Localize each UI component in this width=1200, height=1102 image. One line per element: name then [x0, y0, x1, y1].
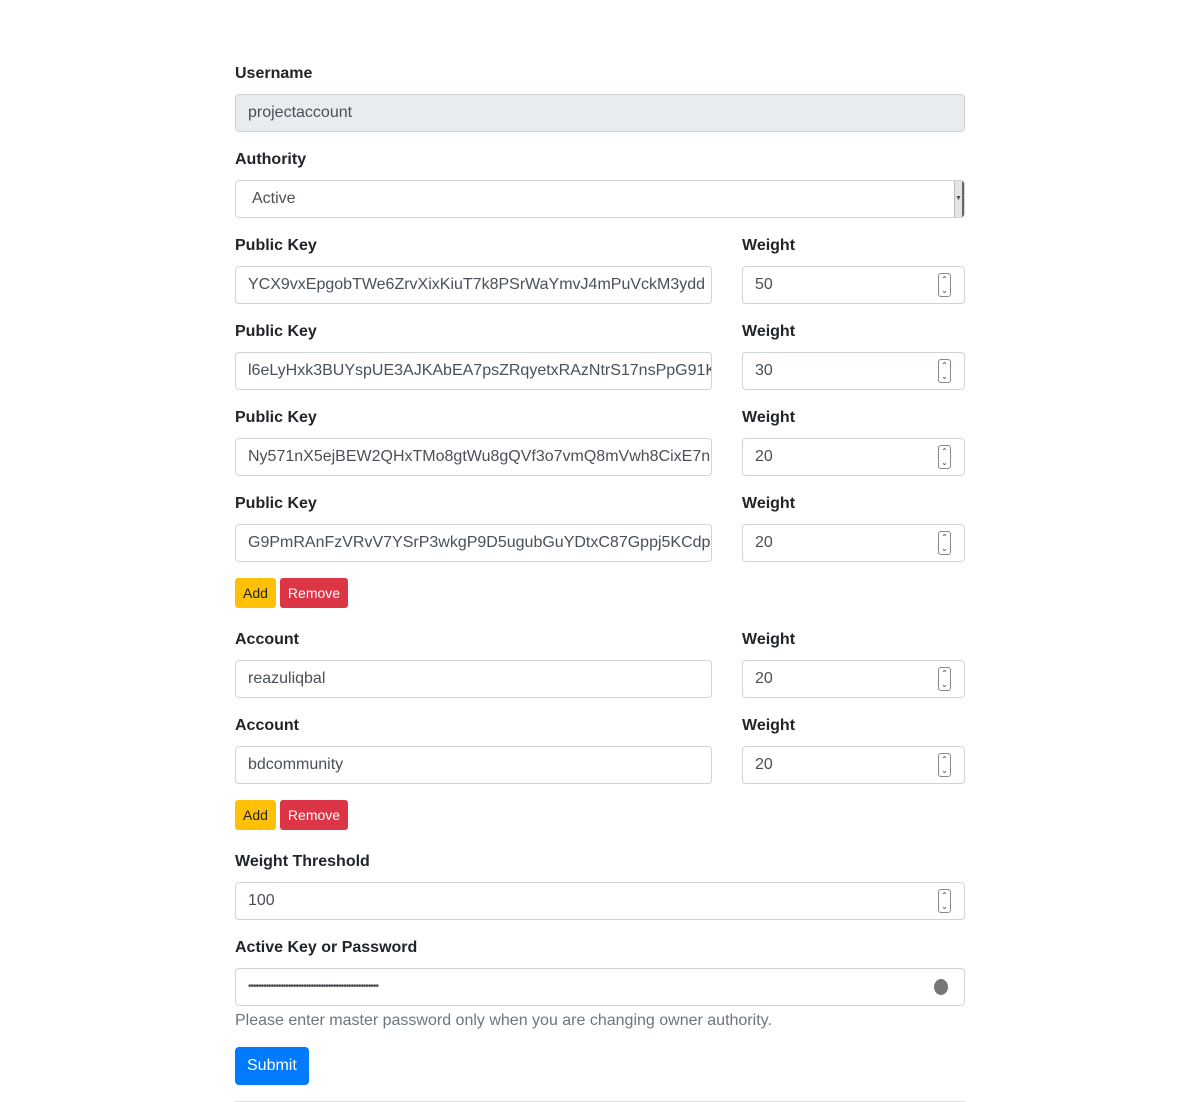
weight-value: 20: [755, 756, 773, 773]
public-key-label: Public Key: [235, 409, 317, 426]
weight-label: Weight: [742, 409, 796, 426]
stepper-icon[interactable]: ⌃ ⌄: [938, 359, 951, 383]
weight-input[interactable]: 20 ⌃ ⌄: [742, 746, 965, 784]
authority-form: Username projectaccount Authority Active…: [235, 62, 965, 1102]
add-key-button[interactable]: Add: [235, 578, 276, 608]
remove-key-button[interactable]: Remove: [279, 578, 349, 608]
stepper-icon[interactable]: ⌃ ⌄: [938, 753, 951, 777]
public-key-row: Public Key G9PmRAnFzVRvV7YSrP3wkgP9D5ugu…: [235, 492, 965, 562]
public-key-input[interactable]: G9PmRAnFzVRvV7YSrP3wkgP9D5ugubGuYDtxC87G…: [235, 524, 712, 562]
weight-value: 30: [755, 362, 773, 379]
public-key-input[interactable]: l6eLyHxk3BUYspUE3AJKAbEA7psZRqyetxRAzNtr…: [235, 352, 712, 390]
weight-label: Weight: [742, 631, 796, 648]
public-key-row: Public Key l6eLyHxk3BUYspUE3AJKAbEA7psZR…: [235, 320, 965, 390]
weight-value: 20: [755, 534, 773, 551]
weight-input[interactable]: 20 ⌃ ⌄: [742, 660, 965, 698]
password-input[interactable]: ••••••••••••••••••••••••••••••••••••••••…: [235, 968, 965, 1006]
weight-label: Weight: [742, 323, 796, 340]
submit-button[interactable]: Submit: [235, 1047, 309, 1085]
weight-input[interactable]: 20 ⌃ ⌄: [742, 438, 965, 476]
account-label: Account: [235, 717, 299, 734]
weight-value: 20: [755, 448, 773, 465]
weight-input[interactable]: 50 ⌃ ⌄: [742, 266, 965, 304]
stepper-icon[interactable]: ⌃ ⌄: [938, 531, 951, 555]
public-key-input[interactable]: Ny571nX5ejBEW2QHxTMo8gtWu8gQVf3o7vmQ8mVw…: [235, 438, 712, 476]
account-input[interactable]: reazuliqbal: [235, 660, 712, 698]
authority-select[interactable]: Active ▼: [235, 180, 965, 218]
threshold-input[interactable]: 100 ⌃ ⌄: [235, 882, 965, 920]
authority-label: Authority: [235, 151, 307, 168]
username-input[interactable]: projectaccount: [235, 94, 965, 132]
threshold-label: Weight Threshold: [235, 853, 370, 870]
username-label: Username: [235, 65, 313, 82]
account-input[interactable]: bdcommunity: [235, 746, 712, 784]
weight-label: Weight: [742, 717, 796, 734]
stepper-icon[interactable]: ⌃ ⌄: [938, 273, 951, 297]
stepper-icon[interactable]: ⌃ ⌄: [938, 889, 951, 913]
public-key-label: Public Key: [235, 237, 317, 254]
password-label: Active Key or Password: [235, 939, 418, 956]
public-key-row: Public Key Ny571nX5ejBEW2QHxTMo8gtWu8gQV…: [235, 406, 965, 476]
public-key-row: Public Key YCX9vxEpgobTWe6ZrvXixKiuT7k8P…: [235, 234, 965, 304]
account-row: Account bdcommunity Weight 20 ⌃ ⌄: [235, 714, 965, 784]
weight-input[interactable]: 20 ⌃ ⌄: [742, 524, 965, 562]
weight-value: 50: [755, 276, 773, 293]
stepper-icon[interactable]: ⌃ ⌄: [938, 445, 951, 469]
authority-value: Active: [252, 190, 296, 207]
chevron-down-icon: ▼: [954, 181, 964, 217]
password-help-text: Please enter master password only when y…: [235, 1012, 772, 1029]
password-value: ••••••••••••••••••••••••••••••••••••••••…: [248, 981, 379, 992]
add-account-button[interactable]: Add: [235, 800, 276, 830]
weight-label: Weight: [742, 237, 796, 254]
weight-value: 20: [755, 670, 773, 687]
public-key-label: Public Key: [235, 323, 317, 340]
stepper-icon[interactable]: ⌃ ⌄: [938, 667, 951, 691]
public-key-label: Public Key: [235, 495, 317, 512]
public-key-input[interactable]: YCX9vxEpgobTWe6ZrvXixKiuT7k8PSrWaYmvJ4mP…: [235, 266, 712, 304]
threshold-value: 100: [248, 892, 275, 909]
account-label: Account: [235, 631, 299, 648]
remove-account-button[interactable]: Remove: [279, 800, 349, 830]
weight-input[interactable]: 30 ⌃ ⌄: [742, 352, 965, 390]
password-manager-icon[interactable]: [934, 979, 948, 995]
account-row: Account reazuliqbal Weight 20 ⌃ ⌄: [235, 628, 965, 698]
weight-label: Weight: [742, 495, 796, 512]
